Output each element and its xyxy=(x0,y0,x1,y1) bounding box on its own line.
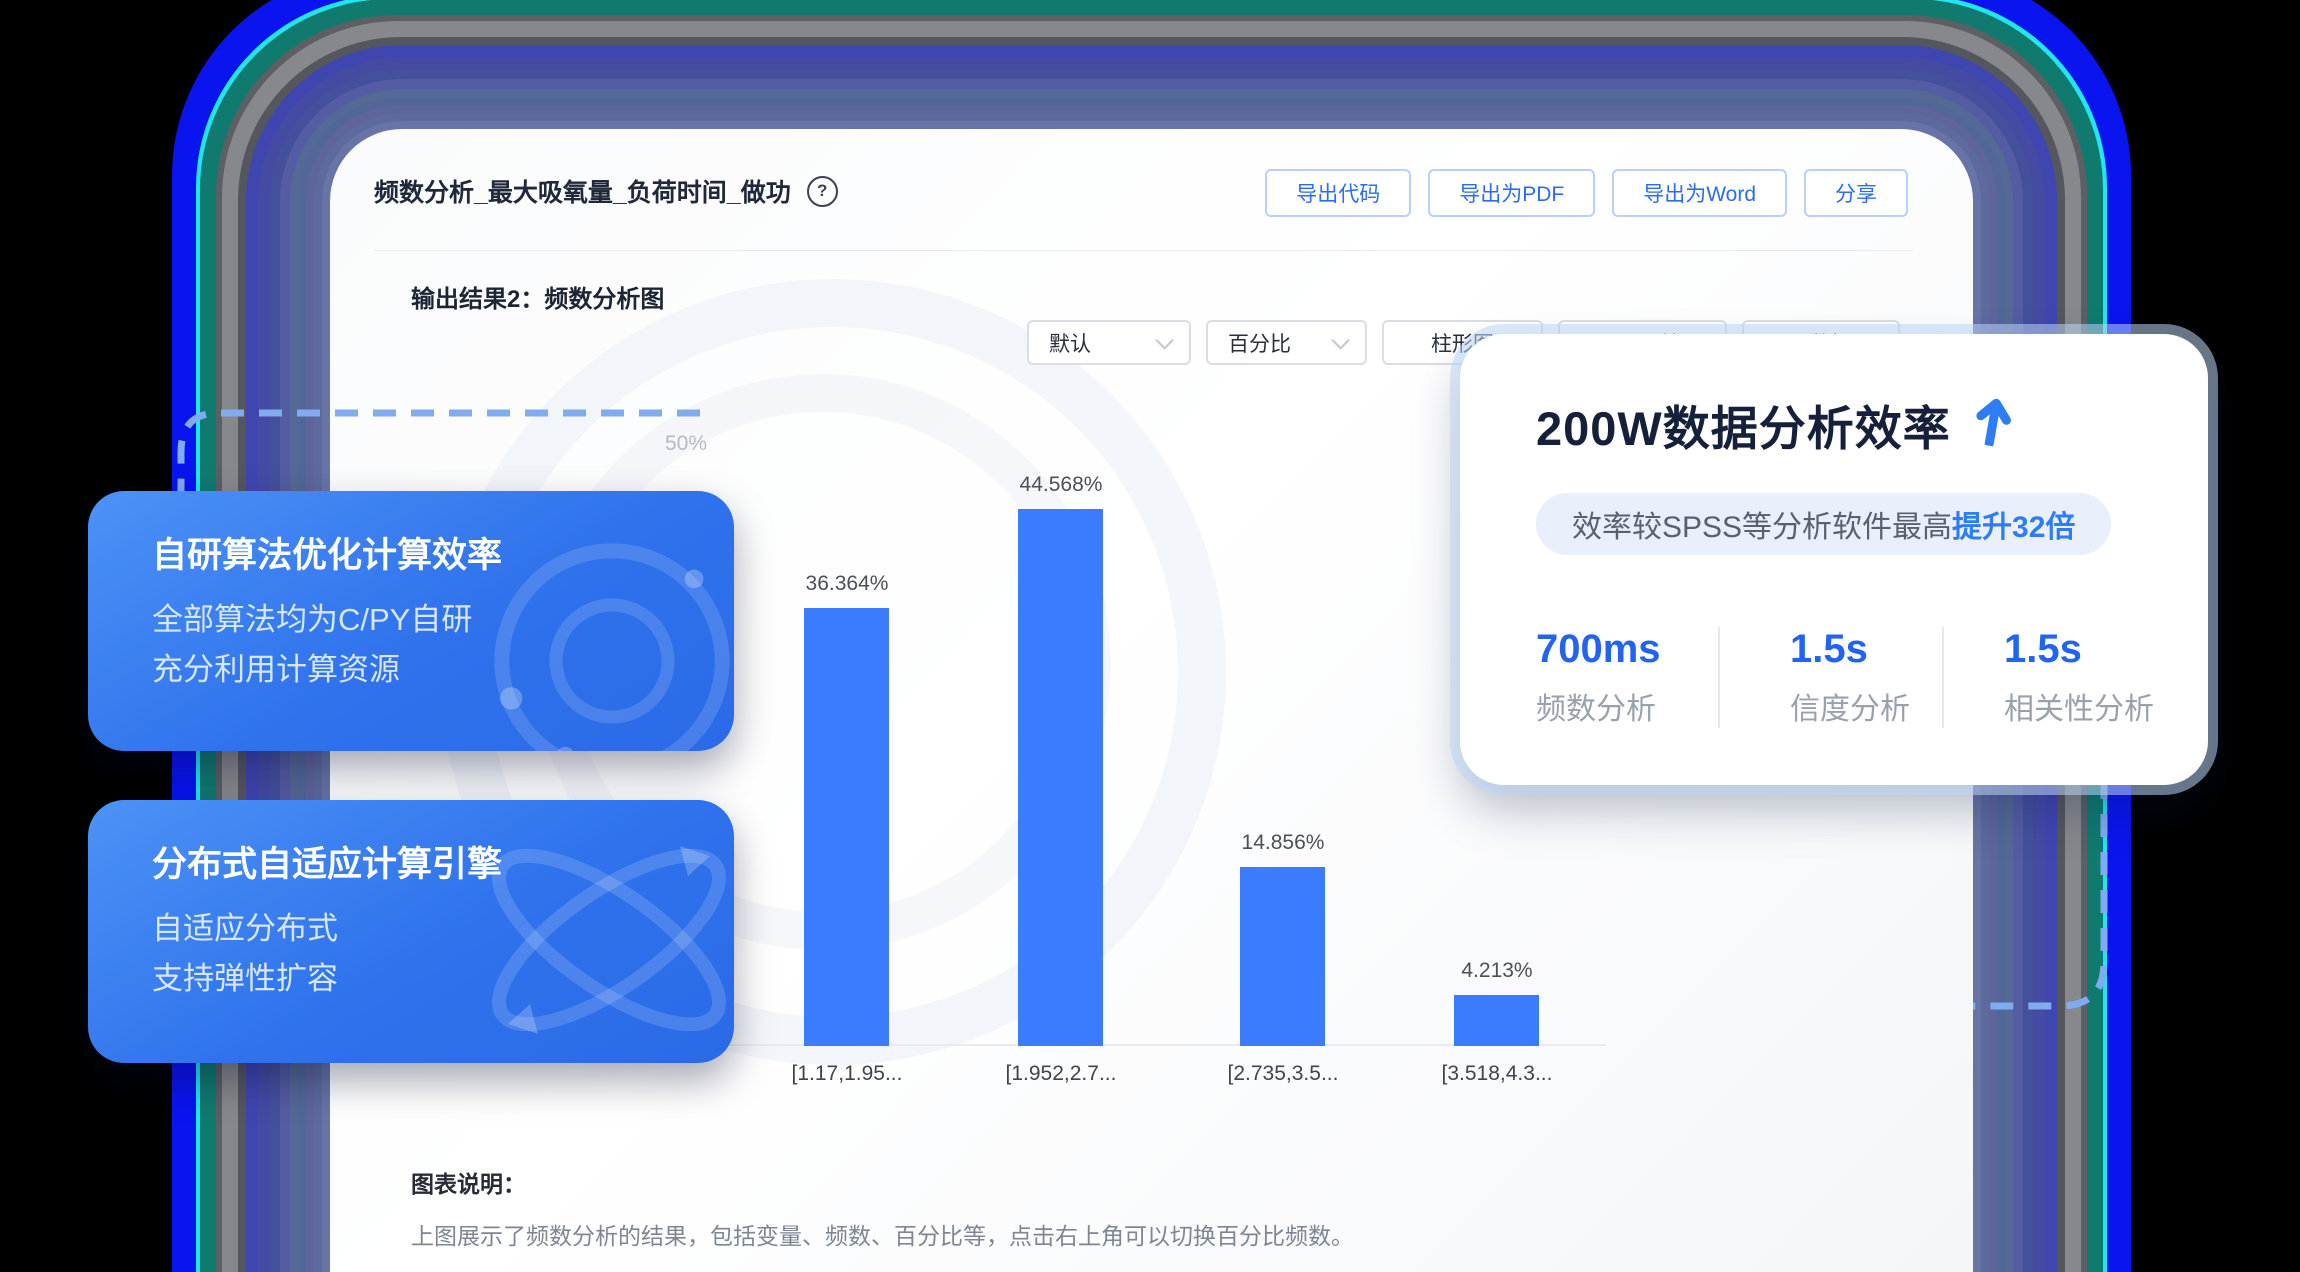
chart-notes: 图表说明： 上图展示了频数分析的结果，包括变量、频数、百分比等，点击右上角可以切… xyxy=(411,1165,1661,1251)
style-select[interactable]: 默认 xyxy=(1027,320,1191,365)
promo-line: 支持弹性扩容 xyxy=(152,954,338,1004)
style-select-value: 默认 xyxy=(1049,328,1091,358)
bar-value-label: 44.568% xyxy=(976,473,1146,497)
page-title: 频数分析_最大吸氧量_负荷时间_做功 xyxy=(374,173,791,209)
share-button[interactable]: 分享 xyxy=(1804,169,1908,217)
performance-stats-card: 200W数据分析效率 效率较SPSS等分析软件最高 提升32倍 700ms 频数… xyxy=(1460,334,2208,785)
bar[interactable] xyxy=(1454,995,1539,1046)
orbit-icon xyxy=(472,521,734,751)
chevron-down-icon xyxy=(1155,331,1173,349)
stats-card-title-row: 200W数据分析效率 xyxy=(1536,390,2156,459)
stat-item: 700ms 频数分析 xyxy=(1536,627,1718,728)
bar-column: 14.856%[2.735,3.5... xyxy=(1198,444,1368,1046)
bar-value-label: 14.856% xyxy=(1198,831,1368,855)
engine-promo-card: 分布式自适应计算引擎 自适应分布式 支持弹性扩容 xyxy=(88,800,734,1063)
x-tick-label: [1.952,2.7... xyxy=(976,1062,1146,1086)
section-heading: 输出结果2：频数分析图 xyxy=(411,279,664,314)
promo-line: 全部算法均为C/PY自研 xyxy=(152,595,472,645)
y-axis-tick-label: 50% xyxy=(665,432,707,456)
efficiency-highlight-pill: 效率较SPSS等分析软件最高 提升32倍 xyxy=(1536,493,2111,555)
report-title-row: 频数分析_最大吸氧量_负荷时间_做功 ? xyxy=(374,173,838,209)
stat-value: 1.5s xyxy=(2004,627,2156,672)
stat-value: 700ms xyxy=(1536,627,1718,672)
highlight-prefix: 效率较SPSS等分析软件最高 xyxy=(1572,502,1952,546)
chart-notes-body: 上图展示了频数分析的结果，包括变量、频数、百分比等，点击右上角可以切换百分比频数… xyxy=(411,1217,1661,1251)
bar[interactable] xyxy=(1018,509,1103,1046)
stat-value: 1.5s xyxy=(1790,627,1942,672)
bar-value-label: 36.364% xyxy=(762,572,932,596)
bar-column: 44.568%[1.952,2.7... xyxy=(976,444,1146,1046)
stat-label: 相关性分析 xyxy=(2004,684,2156,728)
chevron-down-icon xyxy=(1331,331,1349,349)
promo-card-body: 自适应分布式 支持弹性扩容 xyxy=(152,904,338,1004)
algorithm-promo-card: 自研算法优化计算效率 全部算法均为C/PY自研 充分利用计算资源 xyxy=(88,491,734,751)
x-tick-label: [1.17,1.95... xyxy=(762,1062,932,1086)
stats-row: 700ms 频数分析 1.5s 信度分析 1.5s 相关性分析 xyxy=(1536,627,2156,728)
stat-label: 信度分析 xyxy=(1790,684,1942,728)
export-word-button[interactable]: 导出为Word xyxy=(1612,169,1787,217)
metric-select[interactable]: 百分比 xyxy=(1206,320,1367,365)
export-code-button[interactable]: 导出代码 xyxy=(1265,169,1411,217)
stat-label: 频数分析 xyxy=(1536,684,1718,728)
header-divider xyxy=(374,250,1913,251)
stat-item: 1.5s 信度分析 xyxy=(1718,627,1942,728)
promo-line: 自适应分布式 xyxy=(152,904,338,954)
bar[interactable] xyxy=(1240,867,1325,1046)
x-tick-label: [3.518,4.3... xyxy=(1412,1062,1582,1086)
screenshot-stage: 频数分析_最大吸氧量_负荷时间_做功 ? 导出代码 导出为PDF 导出为Word… xyxy=(0,0,2300,1272)
promo-card-title: 自研算法优化计算效率 xyxy=(152,527,502,578)
up-arrow-icon xyxy=(1971,395,2015,449)
highlight-emphasis: 提升32倍 xyxy=(1952,502,2075,546)
chart-notes-title: 图表说明： xyxy=(411,1165,1661,1199)
help-icon[interactable]: ? xyxy=(807,176,838,207)
promo-card-body: 全部算法均为C/PY自研 充分利用计算资源 xyxy=(152,595,472,695)
promo-card-title: 分布式自适应计算引擎 xyxy=(152,836,502,887)
export-pdf-button[interactable]: 导出为PDF xyxy=(1428,169,1595,217)
bar-column: 36.364%[1.17,1.95... xyxy=(762,444,932,1046)
x-tick-label: [2.735,3.5... xyxy=(1198,1062,1368,1086)
stats-card-title: 200W数据分析效率 xyxy=(1536,390,1951,459)
stat-item: 1.5s 相关性分析 xyxy=(1942,627,2156,728)
bar-value-label: 4.213% xyxy=(1412,959,1582,983)
bar[interactable] xyxy=(804,608,889,1046)
promo-line: 充分利用计算资源 xyxy=(152,645,472,695)
metric-select-value: 百分比 xyxy=(1228,328,1291,358)
export-toolbar: 导出代码 导出为PDF 导出为Word 分享 xyxy=(1265,169,1908,217)
